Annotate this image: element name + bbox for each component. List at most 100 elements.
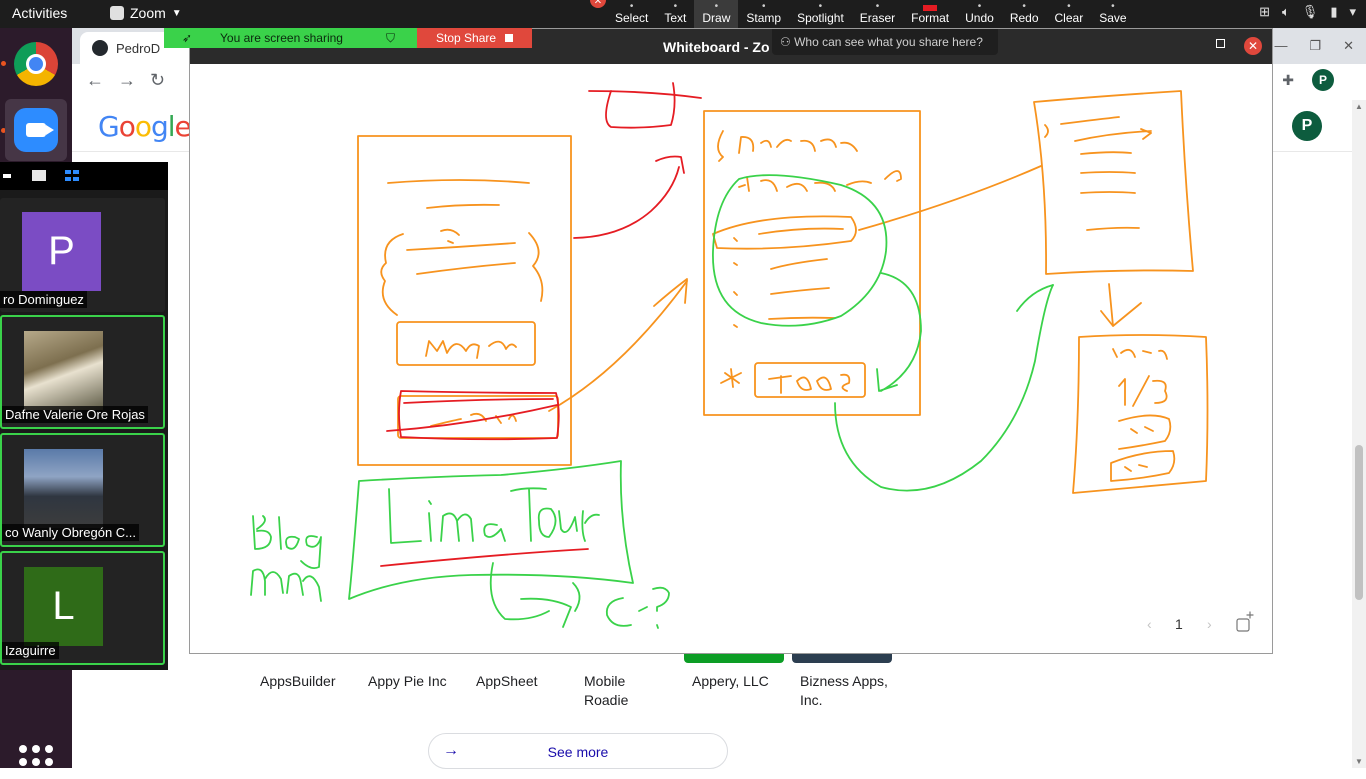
- tool-label: Stamp: [746, 11, 782, 25]
- tool-label: Eraser: [859, 11, 896, 25]
- participant-avatar: P: [22, 212, 101, 291]
- see-more-label: See more: [547, 744, 609, 760]
- speaker-view-icon[interactable]: [3, 174, 11, 178]
- pin-icon: ➶: [182, 31, 193, 45]
- strip-view-icon[interactable]: [32, 170, 46, 181]
- tool-eraser[interactable]: • Eraser: [852, 0, 903, 28]
- who-can-see-dropdown[interactable]: ⚇ Who can see what you share here?: [772, 29, 998, 55]
- forward-icon[interactable]: →: [118, 70, 136, 91]
- profile-avatar[interactable]: P: [1312, 69, 1334, 91]
- scroll-thumb[interactable]: [1355, 445, 1363, 600]
- participant-tile[interactable]: Dafne Valerie Ore Rojas: [0, 315, 165, 429]
- participant-avatar: L: [24, 567, 103, 646]
- tool-label: Clear: [1054, 11, 1084, 25]
- tool-format[interactable]: Format: [903, 0, 957, 28]
- tool-text[interactable]: • Text: [656, 0, 694, 28]
- maximize-icon[interactable]: ❐: [1309, 38, 1321, 54]
- tool-label: Redo: [1009, 11, 1039, 25]
- spotlight-icon: •: [818, 3, 823, 11]
- participant-tile[interactable]: co Wanly Obregón C...: [0, 433, 165, 547]
- tool-label: Select: [615, 11, 649, 25]
- activities-button[interactable]: Activities: [12, 5, 67, 21]
- google-logo[interactable]: Google: [98, 110, 192, 143]
- see-more-button[interactable]: → See more: [428, 733, 728, 769]
- vendor-name[interactable]: Appery, LLC: [692, 672, 769, 691]
- who-can-see-label: Who can see what you share here?: [794, 35, 983, 49]
- whiteboard-toolbar: • Select • Text • Draw • Stamp • Spotlight • Eraser…: [607, 0, 1135, 28]
- system-tray[interactable]: ⊞ 🔈︎ 🎙︎ ▮ ▾: [1259, 4, 1356, 20]
- app-menu-label: Zoom: [130, 5, 166, 21]
- system-menu-chevron-icon: ▾: [1349, 4, 1356, 19]
- show-applications-icon[interactable]: [19, 745, 53, 779]
- network-icon: ⊞: [1259, 4, 1270, 19]
- vendor-logo-tile[interactable]: [684, 653, 784, 663]
- prev-page-icon: ‹: [1147, 616, 1152, 632]
- minimize-icon[interactable]: —: [1274, 38, 1287, 54]
- participant-name: ro Dominguez: [0, 291, 87, 308]
- whiteboard-canvas[interactable]: ‹ 1 ›: [190, 64, 1272, 653]
- vendor-name[interactable]: AppsBuilder: [260, 672, 336, 691]
- gallery-view-icon[interactable]: [65, 170, 79, 181]
- page-scrollbar[interactable]: ▲ ▼: [1352, 100, 1366, 768]
- screen-sharing-status[interactable]: ➶ You are screen sharing ⛉: [164, 28, 417, 48]
- text-icon: •: [673, 3, 678, 11]
- tool-save[interactable]: • Save: [1091, 0, 1134, 28]
- dock-zoom-launcher[interactable]: [5, 99, 67, 161]
- microphone-icon: 🎙︎: [1301, 4, 1319, 19]
- share-status-label: You are screen sharing: [220, 31, 343, 45]
- whiteboard-title: Whiteboard - Zo: [663, 39, 770, 55]
- battery-icon: ▮: [1330, 4, 1338, 19]
- tool-stamp[interactable]: • Stamp: [738, 0, 789, 28]
- participant-name: Dafne Valerie Ore Rojas: [2, 406, 148, 423]
- vendor-name[interactable]: AppSheet: [476, 672, 538, 691]
- tool-select[interactable]: • Select: [607, 0, 656, 28]
- dock-chrome-launcher[interactable]: [5, 33, 67, 95]
- whiteboard-window: Whiteboard - Zo ⚇ Who can see what you s…: [189, 28, 1273, 654]
- reload-icon[interactable]: ↻: [150, 70, 165, 91]
- vendor-logo-tile[interactable]: [792, 653, 892, 663]
- tool-label: Text: [664, 11, 687, 25]
- stamp-icon: •: [761, 3, 766, 11]
- window-controls: — ❐ ✕: [1274, 38, 1354, 54]
- select-icon: •: [629, 3, 634, 11]
- vendor-name[interactable]: Appy Pie Inc: [368, 672, 447, 691]
- screen-share-banner: ➶ You are screen sharing ⛉ Stop Share: [164, 28, 532, 48]
- tool-spotlight[interactable]: • Spotlight: [789, 0, 852, 28]
- zoom-app-icon: [110, 6, 124, 20]
- undo-icon: •: [977, 3, 982, 11]
- google-account-avatar[interactable]: P: [1292, 111, 1322, 141]
- tool-undo[interactable]: • Undo: [957, 0, 1002, 28]
- close-icon[interactable]: ✕: [1343, 38, 1354, 54]
- maximize-icon[interactable]: [1216, 39, 1225, 48]
- volume-icon: 🔈︎: [1281, 4, 1290, 19]
- participant-name: Izaguirre: [2, 642, 59, 659]
- draw-icon: •: [714, 3, 719, 11]
- chevron-down-icon: ▼: [171, 7, 182, 19]
- participant-tile[interactable]: P ro Dominguez: [0, 198, 165, 312]
- vendor-name[interactable]: Mobile Roadie: [584, 672, 654, 710]
- tool-redo[interactable]: • Redo: [1002, 0, 1047, 28]
- scroll-up-icon[interactable]: ▲: [1355, 102, 1363, 111]
- participant-name: co Wanly Obregón C...: [2, 524, 140, 541]
- close-icon[interactable]: ✕: [1244, 37, 1262, 55]
- extensions-icon[interactable]: ✚: [1282, 72, 1294, 89]
- save-icon: •: [1111, 3, 1115, 11]
- tool-label: Save: [1099, 11, 1127, 25]
- app-menu[interactable]: Zoom ▼: [110, 5, 182, 21]
- vendor-name[interactable]: Bizness Apps, Inc.: [800, 672, 890, 710]
- tool-label: Undo: [965, 11, 994, 25]
- stop-share-button[interactable]: Stop Share: [417, 28, 532, 48]
- scroll-down-icon[interactable]: ▼: [1355, 757, 1363, 766]
- people-icon: ⚇: [780, 35, 795, 49]
- tool-draw[interactable]: • Draw: [694, 0, 739, 28]
- stop-share-label: Stop Share: [436, 31, 497, 45]
- participant-tile[interactable]: L Izaguirre: [0, 551, 165, 665]
- gallery-view-switcher: [0, 162, 168, 190]
- wireframe-screen-1: [357, 135, 572, 466]
- orange-strokes: [357, 90, 1209, 494]
- back-icon[interactable]: ←: [86, 70, 104, 91]
- next-page-icon: ›: [1207, 616, 1212, 632]
- tool-label: Draw: [702, 11, 731, 25]
- clear-icon: •: [1067, 3, 1071, 11]
- tool-clear[interactable]: • Clear: [1047, 0, 1092, 28]
